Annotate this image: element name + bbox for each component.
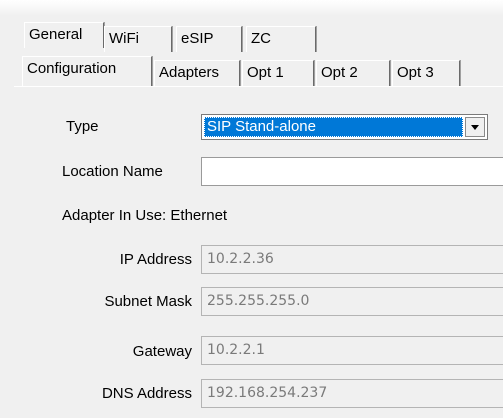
ip-address-label: IP Address: [119, 251, 192, 268]
type-label: Type: [66, 118, 99, 135]
top-fade: [0, 0, 503, 16]
tab-esip[interactable]: eSIP: [176, 26, 242, 52]
gateway-label: Gateway: [132, 343, 192, 360]
gateway-field[interactable]: 10.2.2.1: [201, 336, 503, 365]
type-selected-value: SIP Stand-alone: [204, 117, 463, 137]
tab-opt-1[interactable]: Opt 1: [242, 60, 314, 86]
type-dropdown[interactable]: SIP Stand-alone: [201, 114, 488, 140]
tab-zc[interactable]: ZC: [246, 26, 316, 52]
dropdown-button[interactable]: [465, 117, 485, 137]
subnet-mask-field[interactable]: 255.255.255.0: [201, 287, 503, 316]
tab-wifi[interactable]: WiFi: [104, 26, 172, 52]
tab-opt-2[interactable]: Opt 2: [316, 60, 390, 86]
tab-adapters[interactable]: Adapters: [154, 60, 240, 86]
dns-address-label: DNS Address: [101, 385, 192, 402]
tab-general[interactable]: General: [24, 22, 104, 48]
location-name-label: Location Name: [62, 163, 163, 180]
adapter-in-use-text: Adapter In Use: Ethernet: [62, 207, 228, 224]
settings-panel: General WiFi eSIP ZC Configuration Adapt…: [0, 0, 503, 418]
chevron-down-icon: [471, 125, 479, 130]
location-name-input[interactable]: [201, 157, 503, 186]
tab-baseline: [14, 86, 503, 87]
tab-configuration[interactable]: Configuration: [22, 56, 152, 86]
dns-address-field[interactable]: 192.168.254.237: [201, 379, 503, 408]
ip-address-field[interactable]: 10.2.2.36: [201, 245, 503, 274]
tab-opt-3[interactable]: Opt 3: [392, 60, 460, 86]
subnet-mask-label: Subnet Mask: [104, 293, 192, 310]
